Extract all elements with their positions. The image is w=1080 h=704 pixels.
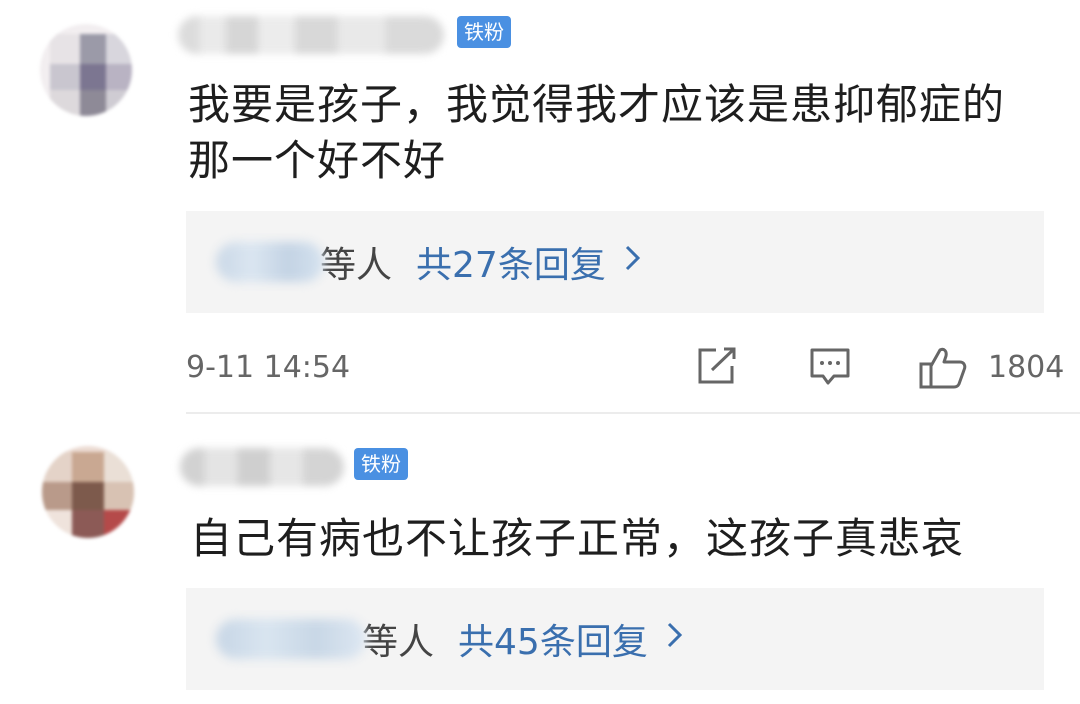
share-icon[interactable] (694, 346, 738, 390)
comment-time: 9-11 14:54 (186, 350, 351, 385)
comment-meta: 9-11 14:54 1804 (186, 340, 1064, 394)
fan-badge: 铁粉 (457, 16, 511, 48)
reply-count-link[interactable]: 共45条回复 (458, 613, 648, 665)
replies-preview[interactable]: 等人 共45条回复 (186, 588, 1044, 690)
thumbs-up-icon[interactable] (918, 346, 968, 394)
comment-item: 铁粉 我要是孩子，我觉得我才应该是患抑郁症的 那一个好不好 等人 共27条回复 … (0, 0, 1080, 412)
comment-text: 自己有病也不让孩子正常，这孩子真悲哀 (190, 514, 965, 563)
reply-users-suffix: 等人 (362, 622, 435, 663)
username-blurred[interactable] (178, 16, 444, 54)
fan-badge: 铁粉 (354, 448, 408, 480)
reply-count-link[interactable]: 共27条回复 (416, 236, 606, 288)
chevron-right-icon (624, 243, 642, 281)
avatar[interactable] (40, 24, 132, 116)
comment-item: 铁粉 自己有病也不让孩子正常，这孩子真悲哀 等人 共45条回复 (0, 414, 1080, 704)
avatar[interactable] (42, 446, 134, 538)
replies-preview[interactable]: 等人 共27条回复 (186, 211, 1044, 313)
username-blurred[interactable] (180, 448, 344, 486)
reply-users-suffix: 等人 (320, 245, 393, 286)
comment-text: 我要是孩子，我觉得我才应该是患抑郁症的 那一个好不好 (188, 80, 1006, 185)
chevron-right-icon (666, 620, 684, 658)
reply-users-blurred (216, 619, 366, 659)
like-count: 1804 (988, 350, 1065, 385)
comment-icon[interactable] (808, 346, 852, 392)
reply-users-blurred (216, 242, 324, 282)
